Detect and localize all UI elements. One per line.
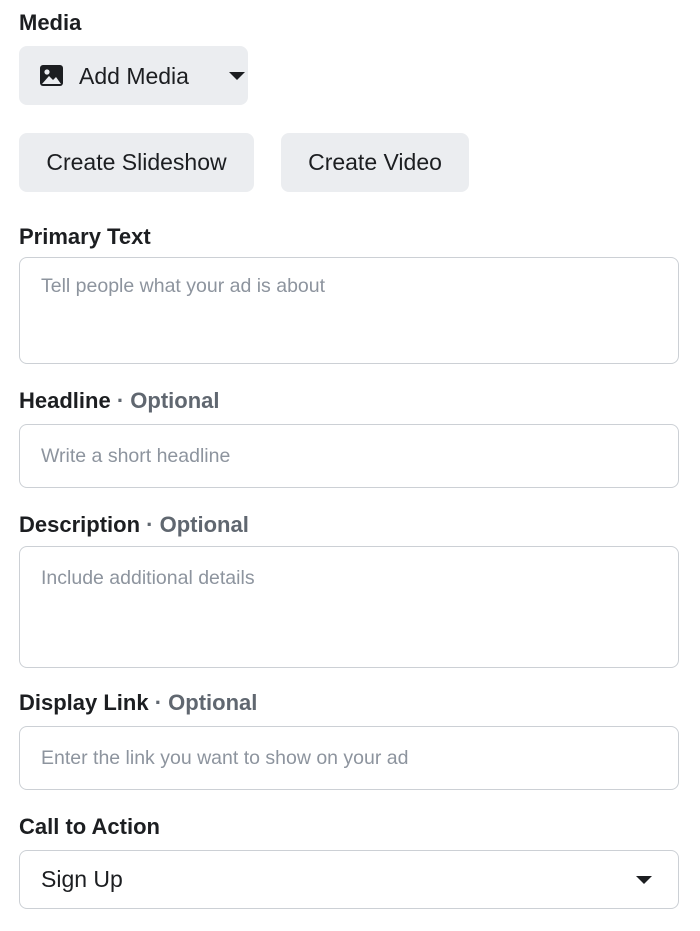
display-link-label: Display Link · Optional [19, 690, 257, 716]
description-label: Description · Optional [19, 512, 249, 538]
headline-placeholder: Write a short headline [41, 445, 231, 467]
media-label: Media [19, 10, 82, 35]
headline-input[interactable]: Write a short headline [19, 424, 679, 488]
display-link-label-text: Display Link [19, 690, 149, 715]
add-media-label: Add Media [79, 63, 189, 89]
call-to-action-value: Sign Up [41, 866, 123, 892]
headline-optional-tag: · Optional [116, 388, 220, 413]
call-to-action-select[interactable]: Sign Up [19, 850, 679, 909]
create-video-label: Create Video [308, 149, 442, 175]
primary-text-input[interactable]: Tell people what your ad is about [19, 257, 679, 364]
create-video-button[interactable]: Create Video [281, 133, 469, 192]
add-media-button[interactable]: Add Media [19, 46, 248, 105]
display-link-placeholder: Enter the link you want to show on your … [41, 747, 409, 769]
display-link-optional-tag: · Optional [154, 690, 258, 715]
image-icon [39, 64, 64, 87]
caret-down-icon [229, 72, 245, 80]
headline-label-text: Headline [19, 388, 111, 413]
primary-text-label: Primary Text [19, 224, 151, 249]
caret-down-icon [636, 876, 652, 884]
description-input[interactable]: Include additional details [19, 546, 679, 668]
description-optional-tag: · Optional [146, 512, 249, 537]
ad-creative-form: Media Add Media Create Slideshow Create … [0, 0, 700, 931]
description-placeholder: Include additional details [41, 567, 255, 589]
headline-label: Headline · Optional [19, 388, 219, 414]
description-label-text: Description [19, 512, 141, 537]
primary-text-placeholder: Tell people what your ad is about [41, 275, 326, 297]
create-slideshow-label: Create Slideshow [46, 149, 227, 175]
call-to-action-label: Call to Action [19, 814, 160, 839]
create-slideshow-button[interactable]: Create Slideshow [19, 133, 254, 192]
display-link-input[interactable]: Enter the link you want to show on your … [19, 726, 679, 790]
